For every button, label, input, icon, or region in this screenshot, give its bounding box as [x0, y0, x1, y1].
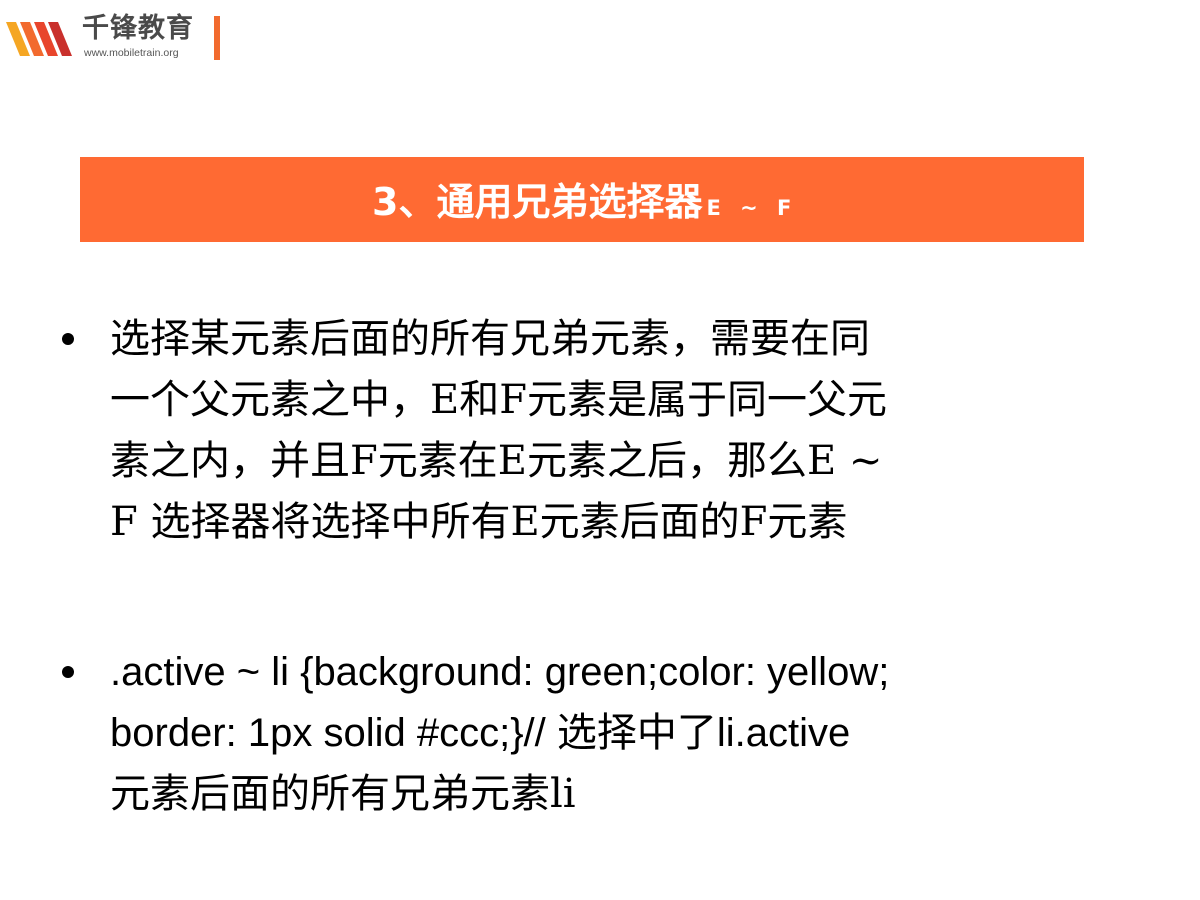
bullet-line: F 选择器将选择中所有E元素后面的F元素: [110, 499, 848, 545]
bullet-text: 选择某元素后面的所有兄弟元素，需要在同 一个父元素之中，E和F元素是属于同一父元…: [110, 309, 1110, 553]
bullet-text: .active ~ li {background: green;color: y…: [110, 642, 1110, 825]
bullet-line: 一个父元素之中，E和F元素是属于同一父元: [110, 377, 887, 423]
bullet-item: 选择某元素后面的所有兄弟元素，需要在同 一个父元素之中，E和F元素是属于同一父元…: [62, 309, 1122, 559]
brand-url: www.mobiletrain.org: [84, 47, 179, 59]
bullet-line: 元素后面的所有兄弟元素li: [110, 771, 576, 817]
slide-title-suffix: E ~ F: [706, 196, 798, 220]
title-banner: 3、通用兄弟选择器 E ~ F: [80, 157, 1084, 242]
bullet-dot-icon: [62, 333, 74, 345]
slide-title-main: 3、通用兄弟选择器: [372, 180, 703, 224]
slide: 千锋教育 www.mobiletrain.org 3、通用兄弟选择器 E ~ F …: [0, 0, 1200, 900]
bullet-line: .active ~ li {background: green;color: y…: [110, 650, 890, 694]
brand-accent-bar: [214, 16, 220, 60]
bullet-line: 选择某元素后面的所有兄弟元素，需要在同: [110, 316, 870, 362]
brand-name: 千锋教育: [82, 13, 194, 44]
brand-logo: 千锋教育 www.mobiletrain.org: [0, 12, 230, 64]
slide-title: 3、通用兄弟选择器 E ~ F: [372, 157, 797, 242]
bullet-line: 素之内，并且F元素在E元素之后，那么E ~: [110, 438, 883, 484]
bullet-item: .active ~ li {background: green;color: y…: [62, 642, 1122, 832]
bullet-line: border: 1px solid #ccc;}// 选择中了li.active: [110, 711, 851, 755]
bullet-dot-icon: [62, 666, 74, 678]
mobiletrain-logo-icon: [6, 22, 72, 56]
